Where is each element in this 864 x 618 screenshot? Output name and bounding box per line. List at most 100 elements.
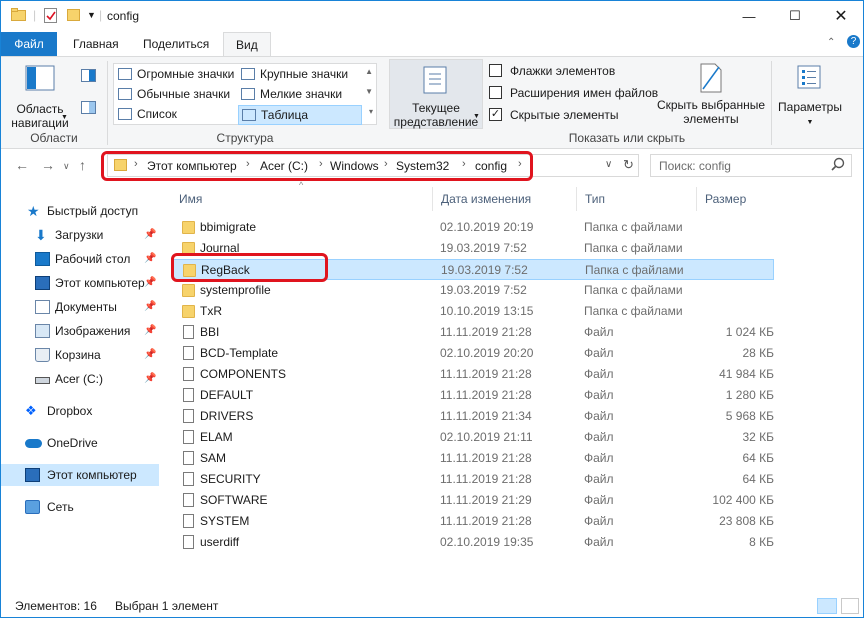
item-checkboxes-checkbox[interactable] bbox=[489, 64, 502, 77]
table-row[interactable]: userdiff 02.10.2019 19:35 Файл 8 КБ bbox=[173, 532, 774, 553]
table-row[interactable]: SYSTEM 11.11.2019 21:28 Файл 23 808 КБ bbox=[173, 511, 774, 532]
nav-documents[interactable]: Документы 📌 bbox=[1, 296, 159, 318]
cell-type: Файл bbox=[584, 451, 614, 465]
pin-icon[interactable]: 📌 bbox=[144, 368, 156, 390]
cell-type: Папка с файлами bbox=[584, 220, 683, 234]
current-view-button[interactable]: Текущее представление bbox=[389, 59, 483, 129]
item-checkboxes-toggle[interactable]: Флажки элементов bbox=[489, 63, 615, 81]
help-icon[interactable]: ? bbox=[847, 35, 860, 48]
column-header-date[interactable]: Дата изменения bbox=[433, 187, 577, 211]
layout-list[interactable]: Список bbox=[115, 105, 237, 125]
table-row[interactable]: BBI 11.11.2019 21:28 Файл 1 024 КБ bbox=[173, 322, 774, 343]
quick-access-dropdown-icon[interactable]: ▼ bbox=[87, 10, 96, 20]
table-row[interactable]: bbimigrate 02.10.2019 20:19 Папка с файлам… bbox=[173, 217, 774, 238]
nav-onedrive[interactable]: OneDrive bbox=[1, 432, 159, 454]
search-input[interactable]: Поиск: config bbox=[650, 154, 852, 177]
pin-icon[interactable]: 📌 bbox=[144, 272, 156, 294]
properties-icon[interactable] bbox=[44, 8, 58, 27]
file-extensions-toggle[interactable]: Расширения имен файлов bbox=[489, 85, 658, 103]
details-view-icon[interactable] bbox=[817, 598, 837, 614]
close-button[interactable]: ✕ bbox=[818, 1, 864, 31]
nav-recycle-bin[interactable]: Корзина 📌 bbox=[1, 344, 159, 366]
folder-icon[interactable] bbox=[11, 8, 27, 25]
nav-this-pc[interactable]: Этот компьютер bbox=[1, 464, 159, 486]
pin-icon[interactable]: 📌 bbox=[144, 344, 156, 366]
table-row[interactable]: SAM 11.11.2019 21:28 Файл 64 КБ bbox=[173, 448, 774, 469]
refresh-icon[interactable]: ↻ bbox=[623, 157, 634, 173]
gallery-up-icon[interactable]: ▲ bbox=[365, 67, 373, 76]
hide-selected-button[interactable]: Скрыть выбранные элементы bbox=[655, 63, 767, 126]
table-row[interactable]: DRIVERS 11.11.2019 21:34 Файл 5 968 КБ bbox=[173, 406, 774, 427]
nav-recycle-bin-label: Корзина bbox=[55, 348, 101, 362]
layout-table[interactable]: Таблица bbox=[238, 105, 362, 125]
navigation-pane-dropdown-icon[interactable]: ▼ bbox=[61, 114, 68, 121]
ribbon-view: Область навигации ▼ Области Огромные зна… bbox=[1, 56, 863, 149]
gallery-more-icon[interactable]: ▾ bbox=[369, 107, 373, 116]
table-row[interactable]: COMPONENTS 11.11.2019 21:28 Файл 41 984 КБ bbox=[173, 364, 774, 385]
new-folder-icon[interactable] bbox=[67, 8, 81, 25]
column-header-type[interactable]: Тип bbox=[577, 187, 697, 211]
table-row[interactable]: SECURITY 11.11.2019 21:28 Файл 64 КБ bbox=[173, 469, 774, 490]
column-header-size[interactable]: Размер bbox=[697, 187, 777, 211]
tab-share[interactable]: Поделиться bbox=[131, 32, 221, 56]
table-row[interactable]: SOFTWARE 11.11.2019 21:29 Файл 102 400 КБ bbox=[173, 490, 774, 511]
hidden-items-toggle[interactable]: ✓ Скрытые элементы bbox=[489, 107, 619, 125]
layout-small-icons[interactable]: Мелкие значки bbox=[238, 85, 362, 105]
tab-file[interactable]: Файл bbox=[1, 32, 57, 56]
nav-this-pc-pinned[interactable]: Этот компьютер 📌 bbox=[1, 272, 159, 294]
file-extensions-checkbox[interactable] bbox=[489, 86, 502, 99]
ribbon-separator bbox=[107, 61, 108, 145]
table-row[interactable]: DEFAULT 11.11.2019 21:28 Файл 1 280 КБ bbox=[173, 385, 774, 406]
nav-pictures[interactable]: Изображения 📌 bbox=[1, 320, 159, 342]
cell-size: 41 984 КБ bbox=[719, 367, 774, 381]
nav-desktop[interactable]: Рабочий стол 📌 bbox=[1, 248, 159, 270]
pin-icon[interactable]: 📌 bbox=[144, 320, 156, 342]
cell-date: 11.11.2019 21:28 bbox=[440, 325, 532, 339]
window-title: config bbox=[107, 9, 140, 23]
minimize-button[interactable]: — bbox=[726, 1, 772, 31]
hidden-items-checkbox[interactable]: ✓ bbox=[489, 108, 502, 121]
large-icons-view-icon[interactable] bbox=[841, 598, 859, 614]
cell-name: DRIVERS bbox=[200, 409, 254, 423]
list-icon bbox=[118, 108, 132, 120]
up-arrow-icon[interactable]: ↑ bbox=[79, 157, 86, 173]
gallery-down-icon[interactable]: ▼ bbox=[365, 87, 373, 96]
nav-dropbox[interactable]: ❖ Dropbox bbox=[1, 400, 159, 422]
details-pane-icon[interactable] bbox=[81, 101, 97, 118]
cell-size: 23 808 КБ bbox=[719, 514, 774, 528]
current-view-dropdown-icon[interactable]: ▼ bbox=[473, 113, 480, 120]
table-row[interactable]: ELAM 02.10.2019 21:11 Файл 32 КБ bbox=[173, 427, 774, 448]
layout-huge-icons[interactable]: Огромные значки bbox=[115, 65, 237, 85]
table-row[interactable]: systemprofile 19.03.2019 7:52 Папка с файл… bbox=[173, 280, 774, 301]
nav-network[interactable]: Сеть bbox=[1, 496, 159, 518]
recent-locations-icon[interactable]: ∨ bbox=[63, 161, 70, 172]
current-view-label: Текущее представление bbox=[393, 101, 479, 129]
cell-name: BCD-Template bbox=[200, 346, 279, 360]
layout-list-label: Список bbox=[137, 107, 177, 121]
tab-home[interactable]: Главная bbox=[61, 32, 131, 56]
nav-downloads[interactable]: ⬇ Загрузки 📌 bbox=[1, 224, 159, 246]
column-header-name[interactable]: Имя bbox=[171, 187, 433, 211]
back-arrow-icon[interactable]: ← bbox=[15, 157, 29, 173]
maximize-button[interactable]: ☐ bbox=[772, 1, 818, 31]
nav-drive-c[interactable]: Acer (C:) 📌 bbox=[1, 368, 159, 390]
address-dropdown-icon[interactable]: ∨ bbox=[605, 159, 612, 170]
table-row[interactable]: BCD-Template 02.10.2019 20:20 Файл 28 КБ bbox=[173, 343, 774, 364]
cell-size: 64 КБ bbox=[742, 451, 774, 465]
table-row[interactable]: TxR 10.10.2019 13:15 Папка с файлами bbox=[173, 301, 774, 322]
options-dropdown-icon[interactable]: ▼ bbox=[777, 116, 843, 130]
pin-icon[interactable]: 📌 bbox=[144, 296, 156, 318]
cell-date: 19.03.2019 7:52 bbox=[440, 241, 527, 255]
layout-normal-icons[interactable]: Обычные значки bbox=[115, 85, 237, 105]
options-button[interactable]: Параметры ▼ bbox=[777, 65, 843, 130]
pin-icon[interactable]: 📌 bbox=[144, 248, 156, 270]
layout-large-icons[interactable]: Крупные значки bbox=[238, 65, 362, 85]
nav-quick-access[interactable]: ★ Быстрый доступ bbox=[1, 200, 159, 222]
preview-pane-icon[interactable] bbox=[81, 69, 97, 86]
forward-arrow-icon[interactable]: → bbox=[41, 157, 55, 173]
tab-view[interactable]: Вид bbox=[223, 32, 271, 57]
cell-date: 11.11.2019 21:28 bbox=[440, 514, 532, 528]
cell-size: 102 400 КБ bbox=[712, 493, 774, 507]
pin-icon[interactable]: 📌 bbox=[144, 224, 156, 246]
collapse-ribbon-icon[interactable]: ⌃ bbox=[827, 37, 835, 48]
